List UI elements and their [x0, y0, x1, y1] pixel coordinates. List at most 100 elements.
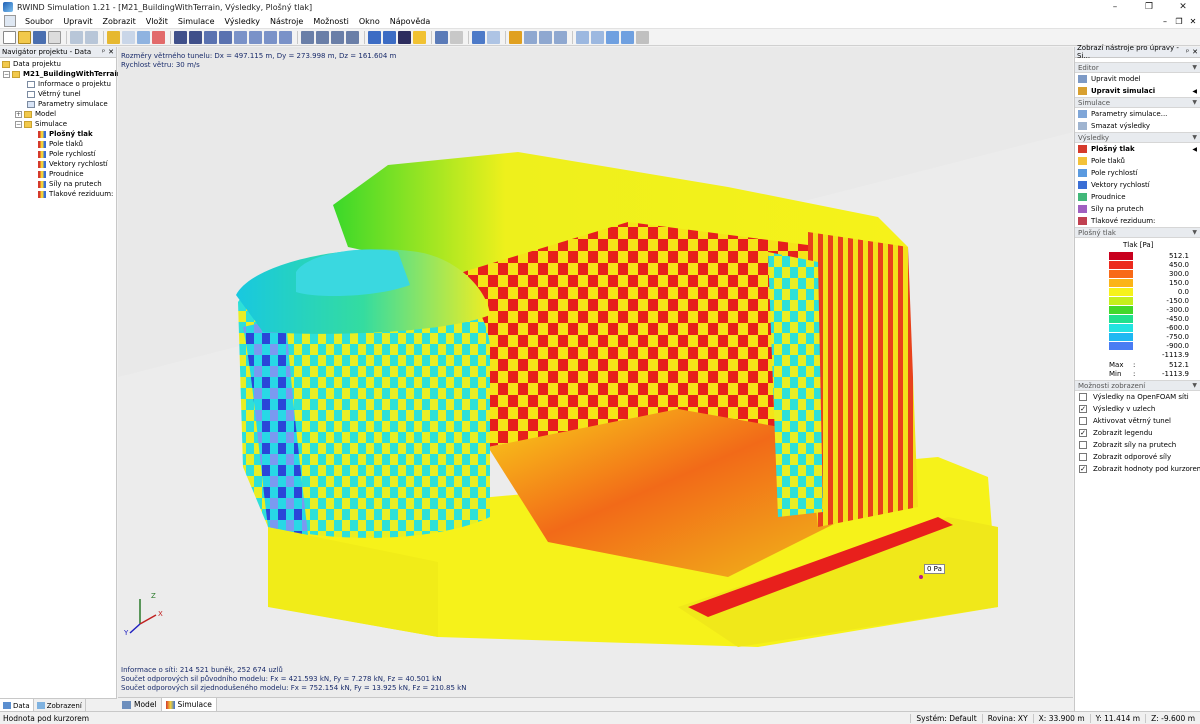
result-velocity-vectors[interactable]: Vektory rychlostí [1075, 179, 1200, 191]
simulation-params-item[interactable]: Parametry simulace... [1075, 108, 1200, 120]
layers-icon[interactable] [472, 30, 485, 44]
section-editor[interactable]: Editor ▼ [1075, 62, 1200, 73]
clip-icon[interactable] [450, 30, 463, 44]
tab-model[interactable]: Model [118, 698, 162, 711]
option-checkbox[interactable]: ✓ [1079, 405, 1087, 413]
tab-simulation[interactable]: Simulace [161, 698, 217, 711]
option-checkbox[interactable]: ✓ [1079, 429, 1087, 437]
display-option[interactable]: Výsledky na OpenFOAM síti [1075, 391, 1200, 403]
display-option[interactable]: ✓ Zobrazit hodnoty pod kurzorem [1075, 463, 1200, 475]
redo-icon[interactable] [85, 30, 98, 44]
pin-icon[interactable]: ᵖ [102, 48, 105, 56]
tree-item-model[interactable]: + Model [0, 109, 116, 119]
menu-okno[interactable]: Okno [354, 14, 385, 29]
tree-item-simulation[interactable]: − Simulace [0, 119, 116, 129]
status-system[interactable]: Systém: Default [910, 713, 981, 723]
pin-icon[interactable]: ᵖ [1186, 48, 1189, 56]
chevron-down-icon[interactable]: ▼ [1192, 229, 1197, 236]
tree-sim-velocity-field[interactable]: Pole rychlostí [0, 149, 116, 159]
display-mode-icon[interactable] [368, 30, 381, 44]
tree-item-tunnel[interactable]: Větrný tunel [0, 89, 116, 99]
rotate-view-icon[interactable] [174, 30, 187, 44]
table-icon[interactable] [576, 30, 589, 44]
result-residual[interactable]: Tlakové reziduum: [1075, 215, 1200, 227]
menu-vlozit[interactable]: Vložit [141, 14, 173, 29]
chevron-down-icon[interactable]: ▼ [1192, 134, 1197, 141]
select-icon[interactable] [122, 30, 135, 44]
filter-icon[interactable] [137, 30, 150, 44]
tree-sim-velocity-vectors[interactable]: Vektory rychlostí [0, 159, 116, 169]
close-icon[interactable]: ✕ [108, 48, 114, 56]
dimension-icon[interactable] [539, 30, 552, 44]
undo-icon[interactable] [70, 30, 83, 44]
display-option[interactable]: Zobrazit síly na prutech [1075, 439, 1200, 451]
menu-napoveda[interactable]: Nápověda [385, 14, 436, 29]
tree-sim-member-forces[interactable]: Síly na prutech [0, 179, 116, 189]
close-icon[interactable]: ✕ [1192, 48, 1198, 56]
view-z-icon[interactable] [279, 30, 292, 44]
chevron-down-icon[interactable]: ▼ [1192, 99, 1197, 106]
next-view-icon[interactable] [346, 30, 359, 44]
option-checkbox[interactable] [1079, 453, 1087, 461]
iso-view-icon[interactable] [301, 30, 314, 44]
display-option[interactable]: Zobrazit odporové síly [1075, 451, 1200, 463]
tree-sim-streamlines[interactable]: Proudnice [0, 169, 116, 179]
minimize-button[interactable]: – [1098, 0, 1132, 14]
view-x-icon[interactable] [249, 30, 262, 44]
zoom-all-icon[interactable] [234, 30, 247, 44]
cfd-model-render[interactable] [118, 47, 1073, 697]
tree-sim-surface-pressure[interactable]: Plošný tlak [0, 129, 116, 139]
menu-soubor[interactable]: Soubor [20, 14, 58, 29]
chevron-down-icon[interactable]: ▼ [1192, 382, 1197, 389]
result-member-forces[interactable]: Síly na prutech [1075, 203, 1200, 215]
status-plane[interactable]: Rovina: XY [981, 713, 1033, 723]
snap-icon[interactable] [152, 30, 165, 44]
menu-vysledky[interactable]: Výsledky [220, 14, 265, 29]
result-streamlines[interactable]: Proudnice [1075, 191, 1200, 203]
render-icon[interactable] [383, 30, 396, 44]
perspective-icon[interactable] [316, 30, 329, 44]
section-display-options[interactable]: Možnosti zobrazení ▼ [1075, 380, 1200, 391]
lighting-icon[interactable] [413, 30, 426, 44]
menu-nastroje[interactable]: Nástroje [265, 14, 308, 29]
display-option[interactable]: ✓ Zobrazit legendu [1075, 427, 1200, 439]
chart-icon[interactable] [591, 30, 604, 44]
result-surface-pressure[interactable]: Plošný tlak ◀ [1075, 143, 1200, 155]
maximize-button[interactable]: ❐ [1132, 0, 1166, 14]
menu-zobrazit[interactable]: Zobrazit [98, 14, 141, 29]
3d-viewport[interactable]: Rozměry větrného tunelu: Dx = 497.115 m,… [118, 47, 1073, 697]
option-checkbox[interactable] [1079, 417, 1087, 425]
draw-icon[interactable] [509, 30, 522, 44]
option-checkbox[interactable]: ✓ [1079, 465, 1087, 473]
doc-restore-button[interactable]: ❐ [1172, 17, 1186, 26]
menu-moznosti[interactable]: Možnosti [308, 14, 354, 29]
edit-simulation-item[interactable]: Upravit simulaci ◀ [1075, 85, 1200, 97]
doc-minimize-button[interactable]: – [1158, 17, 1172, 26]
print-icon[interactable] [48, 30, 61, 44]
pan-view-icon[interactable] [189, 30, 202, 44]
wireframe-icon[interactable] [487, 30, 500, 44]
chevron-down-icon[interactable]: ▼ [1192, 64, 1197, 71]
display-option[interactable]: Aktivovat větrný tunel [1075, 415, 1200, 427]
section-icon[interactable] [435, 30, 448, 44]
tree-item-info[interactable]: Informace o projektu [0, 79, 116, 89]
collapse-icon[interactable]: − [3, 70, 10, 78]
zoom-icon[interactable] [204, 30, 217, 44]
document-icon[interactable] [4, 15, 16, 27]
display-option[interactable]: ✓ Výsledky v uzlech [1075, 403, 1200, 415]
section-results[interactable]: Výsledky ▼ [1075, 132, 1200, 143]
section-simulation[interactable]: Simulace ▼ [1075, 97, 1200, 108]
view-y-icon[interactable] [264, 30, 277, 44]
result-velocity-field[interactable]: Pole rychlostí [1075, 167, 1200, 179]
edit-model-item[interactable]: Upravit model [1075, 73, 1200, 85]
new-file-icon[interactable] [3, 30, 16, 44]
menu-simulace[interactable]: Simulace [173, 14, 220, 29]
tree-project[interactable]: − M21_BuildingWithTerrain [0, 69, 122, 79]
results-icon[interactable] [606, 30, 619, 44]
collapse-icon[interactable]: − [15, 120, 22, 128]
animation-icon[interactable] [621, 30, 634, 44]
settings-icon[interactable] [636, 30, 649, 44]
tree-sim-pressure-field[interactable]: Pole tlaků [0, 139, 116, 149]
close-button[interactable]: ✕ [1166, 0, 1200, 14]
open-folder-icon[interactable] [18, 30, 31, 44]
